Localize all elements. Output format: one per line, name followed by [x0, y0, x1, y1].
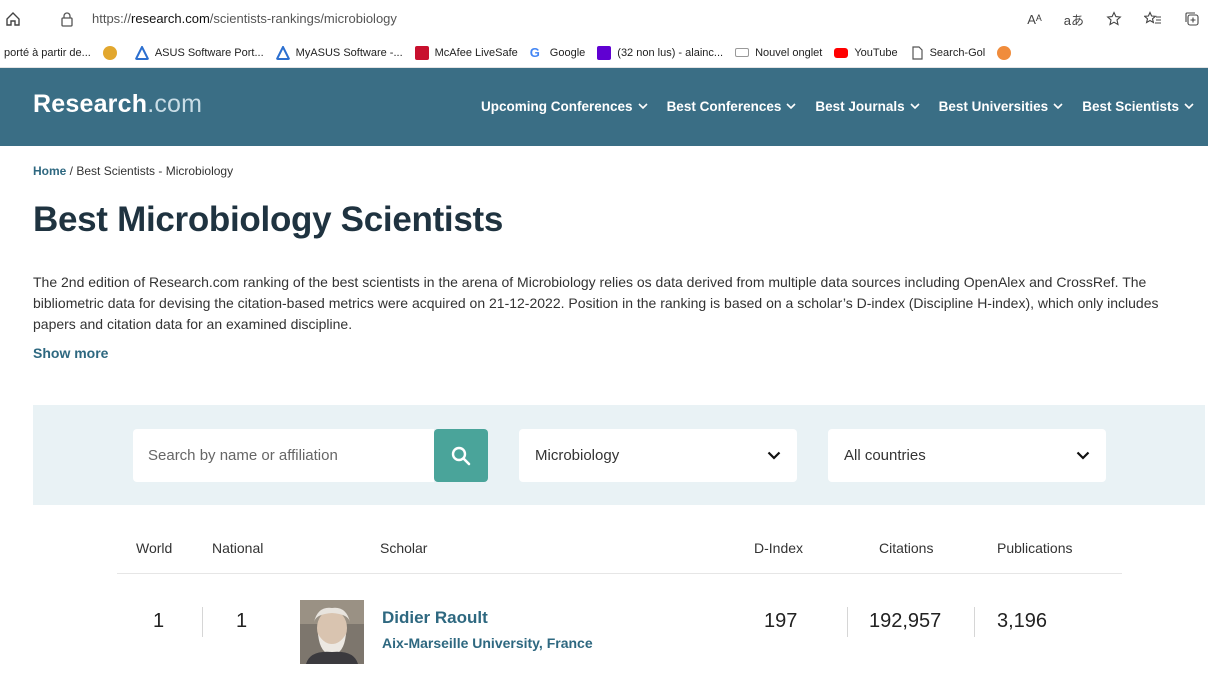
breadcrumb-current: Best Scientists - Microbiology: [76, 164, 234, 178]
column-header-world[interactable]: World: [136, 540, 172, 556]
intro-text: The 2nd edition of Research.com ranking …: [33, 274, 1159, 332]
search-box: [133, 429, 434, 482]
breadcrumb-home-link[interactable]: Home: [33, 164, 66, 178]
page-icon: [911, 45, 923, 60]
discipline-value: Microbiology: [535, 447, 620, 464]
browser-address-bar: https://research.com/scientists-rankings…: [0, 0, 1208, 38]
browser-actions: Aᴬ aあ: [1027, 8, 1208, 30]
show-more-link[interactable]: Show more: [33, 345, 108, 361]
chevron-down-icon: [1053, 103, 1063, 110]
search-input[interactable]: [133, 429, 434, 482]
bookmark-new-tab[interactable]: Nouvel onglet: [735, 47, 822, 59]
site-logo[interactable]: Research.com: [33, 90, 202, 119]
chevron-down-icon: [786, 103, 796, 110]
scholar-photo-image: [300, 600, 364, 664]
column-header-scholar[interactable]: Scholar: [380, 540, 427, 556]
breadcrumb: Home / Best Scientists - Microbiology: [33, 164, 234, 178]
country-value: All countries: [844, 447, 926, 464]
scholar-photo[interactable]: [300, 600, 364, 664]
chevron-down-icon: [1184, 103, 1194, 110]
translate-icon[interactable]: aあ: [1064, 10, 1084, 29]
search-button[interactable]: [434, 429, 488, 482]
youtube-icon: [834, 47, 849, 58]
bookmark-google[interactable]: G Google: [529, 44, 585, 60]
table-row[interactable]: 1 1 Didier Raoult Aix-Marseille Universi…: [117, 574, 1122, 666]
bookmarks-bar: porté à partir de... ASUS Software Port.…: [0, 38, 1208, 68]
collections-icon[interactable]: [1184, 11, 1200, 27]
bookmark-icon-only[interactable]: [102, 45, 123, 60]
yahoo-mail-icon: [597, 45, 612, 60]
tab-icon: [735, 48, 750, 57]
citations-value: 192,957: [869, 610, 942, 632]
discipline-select[interactable]: Microbiology: [519, 429, 797, 482]
bookmark-youtube[interactable]: YouTube: [834, 47, 898, 59]
nav-best-universities[interactable]: Best Universities: [939, 99, 1064, 114]
star-icon[interactable]: [1106, 11, 1122, 27]
bookmark-yahoo-mail[interactable]: (32 non lus) - alainc...: [597, 45, 723, 60]
lock-icon[interactable]: [60, 11, 74, 27]
dindex-value: 197: [764, 610, 798, 632]
chevron-down-icon: [1076, 451, 1090, 460]
url-field[interactable]: https://research.com/scientists-rankings…: [92, 11, 397, 26]
bookmark-asus-software[interactable]: ASUS Software Port...: [134, 45, 264, 60]
asus-icon: [134, 45, 149, 60]
chevron-down-icon: [910, 103, 920, 110]
nav-best-conferences[interactable]: Best Conferences: [667, 99, 797, 114]
site-header: Research.com Upcoming Conferences Best C…: [0, 68, 1208, 146]
table-header: World National Scholar D-Index Citations…: [117, 530, 1122, 574]
mcafee-icon: [414, 45, 429, 60]
nav-upcoming-conferences[interactable]: Upcoming Conferences: [481, 99, 648, 114]
column-header-citations[interactable]: Citations: [879, 540, 933, 556]
filter-panel: Microbiology All countries: [33, 405, 1205, 505]
national-rank: 1: [236, 610, 248, 632]
column-divider: [847, 607, 848, 637]
page-title: Best Microbiology Scientists: [33, 200, 504, 239]
column-header-national[interactable]: National: [212, 540, 263, 556]
asus-icon: [275, 45, 290, 60]
home-icon[interactable]: [4, 10, 22, 28]
nav-best-scientists[interactable]: Best Scientists: [1082, 99, 1194, 114]
world-rank: 1: [153, 610, 165, 632]
bookmark-myasus[interactable]: MyASUS Software -...: [275, 45, 403, 60]
publications-value: 3,196: [997, 610, 1048, 632]
avatar-icon: [997, 45, 1012, 60]
column-header-dindex[interactable]: D-Index: [754, 540, 803, 556]
chevron-down-icon: [767, 451, 781, 460]
scholar-affiliation-link[interactable]: Aix-Marseille University, France: [382, 635, 593, 651]
bookmark-mcafee[interactable]: McAfee LiveSafe: [414, 45, 518, 60]
ranking-table: World National Scholar D-Index Citations…: [117, 530, 1122, 666]
main-nav: Upcoming Conferences Best Conferences Be…: [481, 99, 1194, 114]
column-divider: [974, 607, 975, 637]
country-select[interactable]: All countries: [828, 429, 1106, 482]
read-aloud-icon[interactable]: Aᴬ: [1027, 12, 1042, 27]
scholar-name-link[interactable]: Didier Raoult: [382, 608, 488, 628]
google-icon: G: [529, 44, 540, 60]
bookmark-search-gol[interactable]: Search-Gol: [910, 45, 985, 60]
column-header-publications[interactable]: Publications: [997, 540, 1073, 556]
bookmark-imported[interactable]: porté à partir de...: [4, 47, 91, 59]
nav-best-journals[interactable]: Best Journals: [815, 99, 920, 114]
wikimedia-icon: [102, 45, 117, 60]
search-icon: [451, 446, 471, 465]
bookmark-icon-only[interactable]: [997, 45, 1017, 60]
favorites-icon[interactable]: [1144, 11, 1162, 27]
column-divider: [202, 607, 203, 637]
chevron-down-icon: [637, 103, 648, 110]
